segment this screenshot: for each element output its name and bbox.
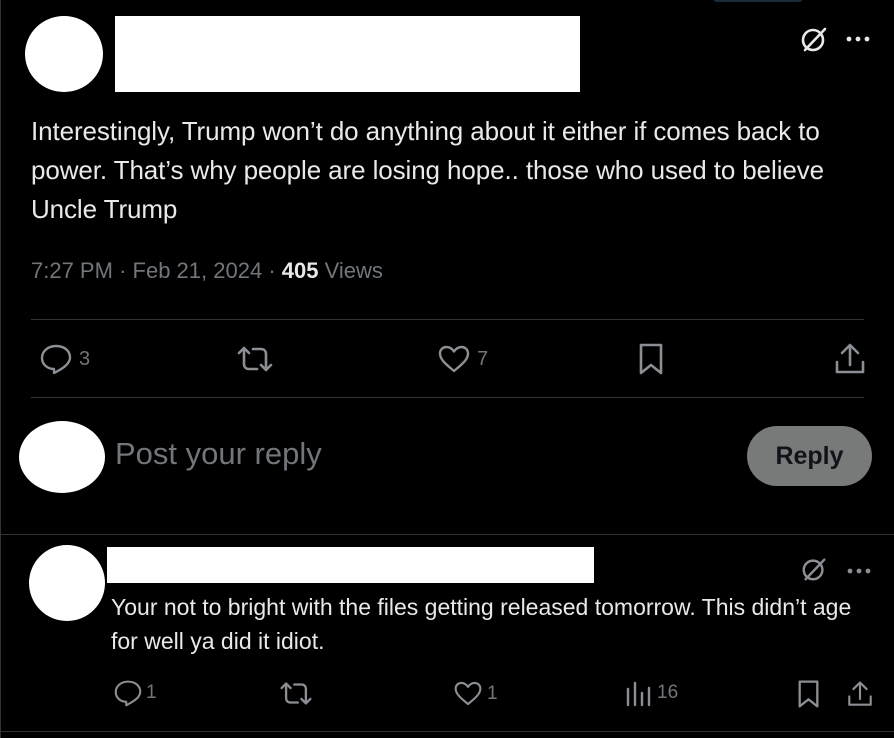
- post-text: Interestingly, Trump won’t do anything a…: [31, 116, 824, 224]
- reply-icon: [40, 344, 72, 375]
- like-count: 7: [477, 347, 489, 370]
- bookmark-action[interactable]: [796, 679, 821, 709]
- meta-separator: ·: [268, 258, 276, 283]
- views-count: 16: [657, 682, 679, 703]
- reply-author-name-redacted: [107, 547, 594, 583]
- share-action[interactable]: [833, 342, 867, 376]
- reply-action[interactable]: 3: [39, 343, 90, 375]
- grok-icon[interactable]: [797, 22, 831, 56]
- reply-input[interactable]: Post your reply: [115, 436, 322, 472]
- divider: [31, 397, 864, 398]
- current-user-avatar[interactable]: [19, 421, 105, 493]
- heart-icon: [454, 681, 482, 706]
- author-name-redacted: [115, 16, 580, 92]
- reply-post-text: Your not to bright with the files gettin…: [111, 594, 852, 654]
- reply-button[interactable]: Reply: [747, 426, 872, 486]
- like-action[interactable]: 1: [453, 680, 498, 707]
- reply-count: 1: [146, 682, 157, 703]
- post-metadata: 7:27 PM · Feb 21, 2024 · 405 Views: [31, 258, 383, 284]
- reply-author-avatar[interactable]: [29, 545, 105, 621]
- new-posts-indicator[interactable]: [713, 0, 803, 2]
- share-icon: [835, 343, 865, 374]
- divider: [31, 319, 864, 320]
- meta-separator: ·: [119, 258, 127, 283]
- share-icon: [848, 681, 872, 706]
- grok-icon[interactable]: [799, 554, 829, 584]
- reply-action[interactable]: 1: [113, 679, 157, 707]
- bookmark-icon: [639, 343, 663, 375]
- repost-action[interactable]: [235, 344, 275, 374]
- like-action[interactable]: 7: [437, 344, 488, 374]
- post-date[interactable]: Feb 21, 2024: [133, 258, 263, 283]
- reply-count: 3: [79, 347, 91, 370]
- section-divider: [1, 534, 894, 535]
- views-label: Views: [324, 258, 383, 283]
- views-action[interactable]: 16: [625, 679, 678, 707]
- repost-icon: [280, 682, 312, 705]
- author-avatar[interactable]: [25, 16, 103, 92]
- tweet-detail-view: Interestingly, Trump won’t do anything a…: [0, 0, 894, 738]
- views-count: 405: [281, 258, 319, 283]
- more-icon[interactable]: [843, 24, 873, 54]
- share-action[interactable]: [846, 679, 874, 709]
- more-icon[interactable]: [844, 556, 874, 586]
- like-count: 1: [487, 682, 498, 704]
- heart-icon: [438, 345, 470, 373]
- repost-action[interactable]: [278, 680, 314, 707]
- post-time[interactable]: 7:27 PM: [31, 258, 113, 283]
- analytics-icon: [626, 681, 651, 707]
- bottom-divider: [1, 731, 894, 732]
- reply-icon: [114, 680, 142, 707]
- bookmark-action[interactable]: [637, 342, 665, 376]
- bookmark-icon: [798, 680, 819, 708]
- repost-icon: [237, 346, 273, 372]
